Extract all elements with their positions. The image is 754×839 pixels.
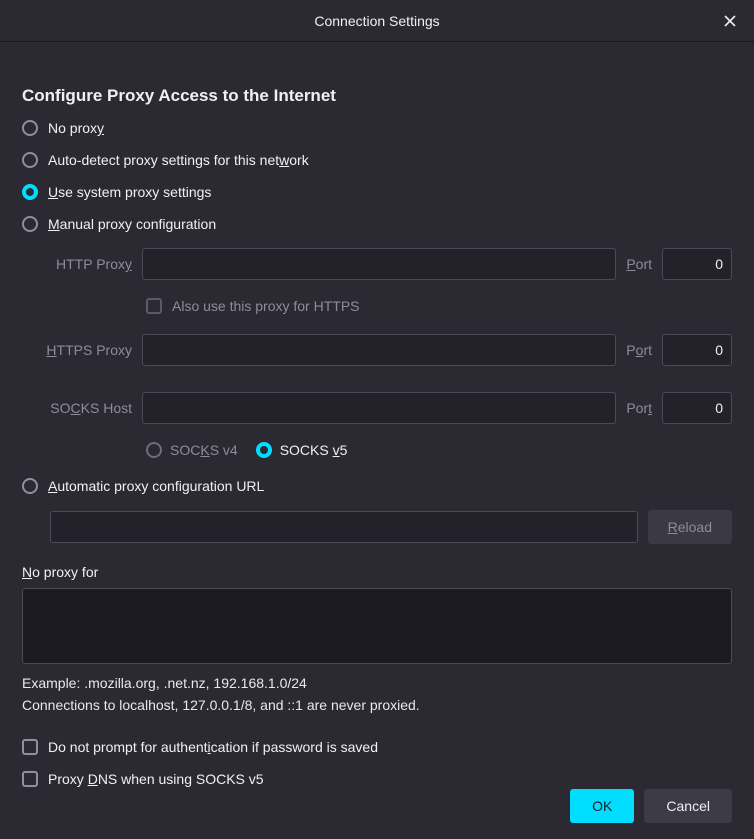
title-bar: Connection Settings — [0, 0, 754, 42]
https-proxy-input[interactable] — [142, 334, 616, 366]
checkbox-no-auth-prompt[interactable]: Do not prompt for authentication if pass… — [22, 739, 732, 755]
https-port-input[interactable] — [662, 334, 732, 366]
socks-host-row: SOCKS Host Port — [40, 392, 732, 424]
radio-no-proxy[interactable]: No proxy — [22, 120, 732, 136]
radio-icon-selected — [256, 442, 272, 458]
checkbox-icon — [22, 739, 38, 755]
localhost-note: Connections to localhost, 127.0.0.1/8, a… — [22, 697, 732, 713]
example-text: Example: .mozilla.org, .net.nz, 192.168.… — [22, 675, 732, 691]
also-https-label: Also use this proxy for HTTPS — [172, 298, 360, 314]
http-proxy-input[interactable] — [142, 248, 616, 280]
radio-icon-selected — [22, 184, 38, 200]
dialog-footer: OK Cancel — [570, 789, 732, 823]
radio-auto-config-url[interactable]: Automatic proxy configuration URL — [22, 478, 732, 494]
socks-host-label: SOCKS Host — [40, 400, 132, 416]
http-port-label: Port — [626, 256, 652, 272]
reload-button[interactable]: Reload — [648, 510, 732, 544]
radio-icon — [22, 120, 38, 136]
socks-v4-label: SOCKS v4 — [170, 442, 238, 458]
http-proxy-row: HTTP Proxy Port — [40, 248, 732, 280]
section-heading: Configure Proxy Access to the Internet — [22, 86, 732, 106]
radio-socks-v5[interactable]: SOCKS v5 — [256, 442, 348, 458]
https-proxy-row: HTTPS Proxy Port — [40, 334, 732, 366]
pac-url-input[interactable] — [50, 511, 638, 543]
also-https-row[interactable]: Also use this proxy for HTTPS — [146, 298, 732, 314]
radio-label: Use system proxy settings — [48, 184, 211, 200]
radio-icon — [22, 216, 38, 232]
checkbox-label: Do not prompt for authentication if pass… — [48, 739, 378, 755]
radio-auto-detect[interactable]: Auto-detect proxy settings for this netw… — [22, 152, 732, 168]
radio-socks-v4[interactable]: SOCKS v4 — [146, 442, 238, 458]
checkbox-icon — [22, 771, 38, 787]
cancel-button[interactable]: Cancel — [644, 789, 732, 823]
pac-url-row: Reload — [50, 510, 732, 544]
checkbox-icon — [146, 298, 162, 314]
no-proxy-for-label: No proxy for — [22, 564, 732, 580]
radio-label: Manual proxy configuration — [48, 216, 216, 232]
https-port-label: Port — [626, 342, 652, 358]
radio-label: Auto-detect proxy settings for this netw… — [48, 152, 309, 168]
radio-icon — [146, 442, 162, 458]
radio-manual[interactable]: Manual proxy configuration — [22, 216, 732, 232]
socks-version-row: SOCKS v4 SOCKS v5 — [146, 442, 732, 458]
socks-v5-label: SOCKS v5 — [280, 442, 348, 458]
checkbox-proxy-dns[interactable]: Proxy DNS when using SOCKS v5 — [22, 771, 732, 787]
radio-label: Automatic proxy configuration URL — [48, 478, 264, 494]
no-proxy-for-textarea[interactable] — [22, 588, 732, 664]
socks-host-input[interactable] — [142, 392, 616, 424]
radio-icon — [22, 152, 38, 168]
radio-label: No proxy — [48, 120, 104, 136]
close-icon — [723, 14, 737, 28]
ok-button[interactable]: OK — [570, 789, 634, 823]
http-port-input[interactable] — [662, 248, 732, 280]
dialog-title: Connection Settings — [314, 13, 439, 29]
checkbox-label: Proxy DNS when using SOCKS v5 — [48, 771, 264, 787]
close-button[interactable] — [718, 9, 742, 33]
radio-use-system[interactable]: Use system proxy settings — [22, 184, 732, 200]
http-proxy-label: HTTP Proxy — [40, 256, 132, 272]
https-proxy-label: HTTPS Proxy — [40, 342, 132, 358]
socks-port-input[interactable] — [662, 392, 732, 424]
socks-port-label: Port — [626, 400, 652, 416]
radio-icon — [22, 478, 38, 494]
